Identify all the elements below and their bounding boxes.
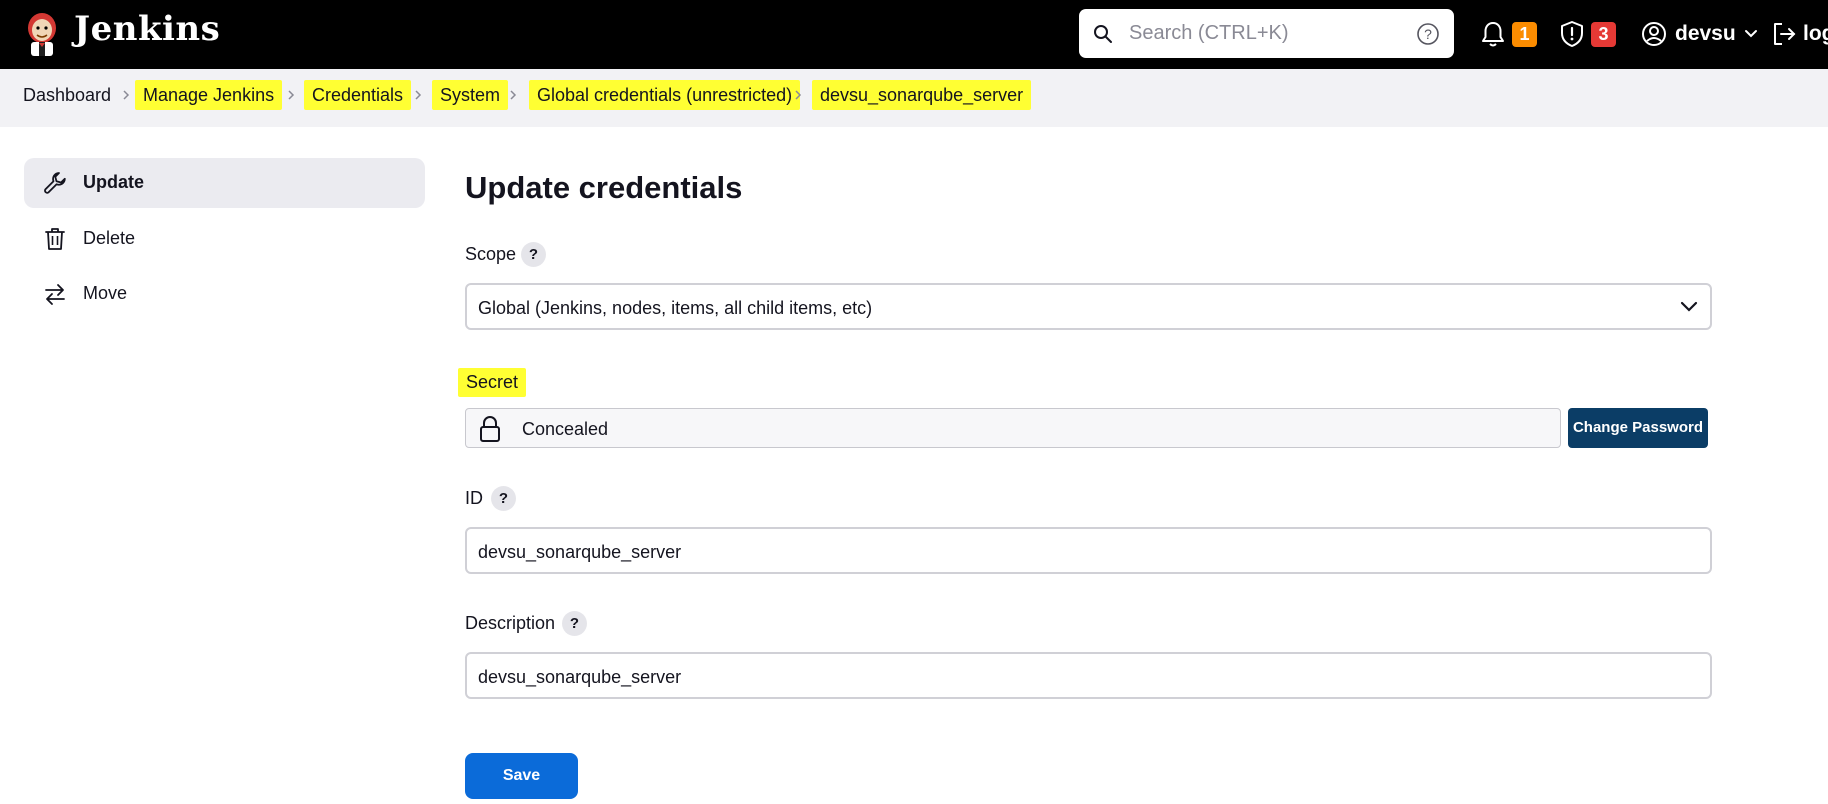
jenkins-logo[interactable] — [22, 10, 62, 58]
logout-icon — [1774, 23, 1796, 45]
scope-select[interactable]: Global (Jenkins, nodes, items, all child… — [465, 283, 1712, 330]
id-value: devsu_sonarqube_server — [478, 542, 682, 562]
scope-help-icon[interactable]: ? — [521, 242, 546, 267]
sidebar-item-label: Move — [83, 283, 128, 303]
breadcrumb-manage-jenkins[interactable]: Manage Jenkins — [135, 80, 283, 110]
breadcrumb-global-credentials[interactable]: Global credentials (unrestricted) — [529, 80, 801, 110]
search-icon — [1094, 25, 1112, 43]
lock-icon — [480, 416, 500, 442]
user-avatar-icon — [1642, 22, 1666, 46]
sidebar-item-label: Delete — [83, 228, 136, 248]
logout-label: log — [1803, 22, 1828, 45]
breadcrumb-chevron-icon — [123, 90, 130, 100]
shield-icon — [1561, 21, 1583, 47]
trash-icon — [45, 228, 65, 250]
notifications-button[interactable]: 1 — [1480, 16, 1537, 52]
search-help-icon[interactable]: ? — [1416, 22, 1440, 46]
search-box[interactable]: ? — [1079, 9, 1454, 58]
chevron-down-icon — [1680, 301, 1698, 312]
secret-value: Concealed — [522, 419, 609, 439]
wrench-icon — [44, 172, 66, 194]
secret-label: Secret — [458, 368, 527, 397]
security-alerts-button[interactable]: 3 — [1559, 16, 1616, 52]
brand-name[interactable]: Jenkins — [74, 9, 220, 49]
bell-icon — [1482, 22, 1504, 47]
id-field[interactable]: devsu_sonarqube_server — [465, 527, 1712, 574]
save-button[interactable]: Save — [465, 753, 578, 799]
description-help-icon[interactable]: ? — [562, 611, 587, 636]
scope-selected-value: Global (Jenkins, nodes, items, all child… — [478, 298, 873, 318]
sidebar-item-delete[interactable]: Delete — [24, 214, 425, 264]
secret-field: Concealed — [465, 408, 1561, 448]
id-label: ID — [465, 488, 483, 508]
breadcrumb-chevron-icon — [288, 90, 295, 100]
sidebar-item-move[interactable]: Move — [24, 269, 425, 319]
id-help-icon[interactable]: ? — [491, 486, 516, 511]
jenkins-butler-icon — [28, 13, 56, 56]
description-field[interactable]: devsu_sonarqube_server — [465, 652, 1712, 699]
breadcrumb-credentials[interactable]: Credentials — [304, 80, 412, 110]
user-name: devsu — [1675, 22, 1736, 45]
change-password-button[interactable]: Change Password — [1568, 408, 1708, 448]
breadcrumb-chevron-icon — [795, 90, 802, 100]
chevron-down-icon — [1744, 30, 1757, 38]
breadcrumb-chevron-icon — [510, 90, 517, 100]
search-input[interactable] — [1129, 17, 1399, 50]
page-title: Update credentials — [465, 170, 743, 205]
scope-label: Scope — [465, 244, 517, 264]
sidebar-item-label: Update — [83, 172, 145, 192]
notification-count-badge: 1 — [1512, 21, 1537, 47]
breadcrumb-chevron-icon — [415, 90, 422, 100]
description-value: devsu_sonarqube_server — [478, 667, 682, 687]
security-count-badge: 3 — [1591, 21, 1616, 47]
svg-text:?: ? — [1424, 26, 1432, 42]
breadcrumb-current-credential[interactable]: devsu_sonarqube_server — [812, 80, 1032, 110]
breadcrumb-system[interactable]: System — [432, 80, 509, 110]
breadcrumb-dashboard[interactable]: Dashboard — [23, 84, 111, 106]
top-header: Jenkins ? 1 3 devsu — [0, 0, 1828, 69]
description-label: Description — [465, 613, 556, 633]
logout-button[interactable]: log — [1771, 16, 1828, 52]
user-menu-button[interactable]: devsu — [1641, 16, 1758, 52]
move-arrows-icon — [45, 284, 65, 305]
sidebar-item-update[interactable]: Update — [24, 158, 425, 208]
